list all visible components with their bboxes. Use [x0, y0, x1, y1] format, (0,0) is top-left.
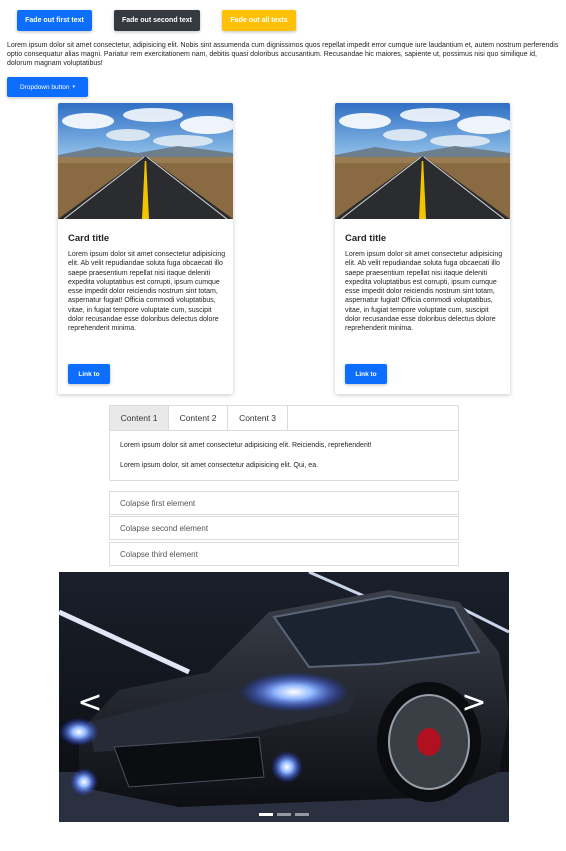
card: Card title Lorem ipsum dolor sit amet co… — [335, 103, 510, 394]
carousel-indicator[interactable] — [259, 813, 273, 816]
tab-bar-fill — [288, 406, 458, 431]
tab-content-text: Lorem ipsum dolor, sit amet consectetur … — [120, 462, 319, 469]
fade-out-first-button[interactable]: Fade out first text — [17, 10, 92, 31]
collapse-first-element[interactable]: Colapse first element — [109, 491, 459, 515]
card-title: Card title — [345, 233, 387, 244]
chevron-right-icon[interactable]: > — [459, 682, 489, 722]
collapse-second-element[interactable]: Colapse second element — [109, 516, 459, 540]
card-link-button[interactable]: Link to — [68, 364, 110, 384]
card-link-button[interactable]: Link to — [345, 364, 387, 384]
card: Card title Lorem ipsum dolor sit amet co… — [58, 103, 233, 394]
road-image — [335, 103, 510, 219]
dropdown-label: Dropdown button — [19, 83, 70, 91]
tabs-panel: Content 1 Content 2 Content 3 Lorem ipsu… — [109, 405, 459, 481]
tab-content-text: Lorem ipsum dolor sit amet consectetur a… — [120, 442, 372, 449]
card-title: Card title — [68, 233, 110, 244]
carousel-indicators — [259, 813, 309, 816]
tab-content-3[interactable]: Content 3 — [228, 406, 288, 431]
carousel-indicator[interactable] — [277, 813, 291, 816]
car-image — [59, 572, 509, 822]
caret-down-icon: ▾ — [72, 84, 76, 90]
road-image — [58, 103, 233, 219]
fade-out-all-button[interactable]: Fade out all texts — [222, 10, 296, 31]
chevron-left-icon[interactable]: < — [75, 682, 105, 722]
card-text: Lorem ipsum dolor sit amet consectetur a… — [345, 251, 503, 333]
dropdown-button[interactable]: Dropdown button ▾ — [7, 77, 88, 97]
tab-content-1[interactable]: Content 1 — [110, 406, 169, 431]
collapse-third-element[interactable]: Colapse third element — [109, 542, 459, 566]
card-text: Lorem ipsum dolor sit amet consectetur a… — [68, 251, 226, 333]
carousel-indicator[interactable] — [295, 813, 309, 816]
tab-content-2[interactable]: Content 2 — [169, 406, 228, 431]
image-carousel: < > — [59, 572, 509, 822]
intro-paragraph: Lorem ipsum dolor sit amet consectetur, … — [7, 42, 559, 67]
fade-out-second-button[interactable]: Fade out second text — [114, 10, 200, 31]
